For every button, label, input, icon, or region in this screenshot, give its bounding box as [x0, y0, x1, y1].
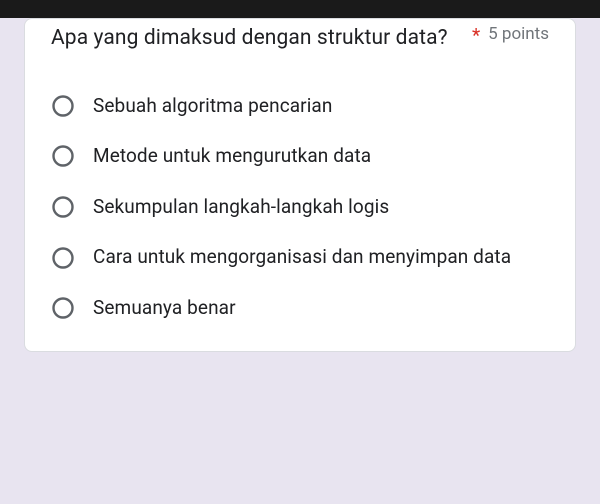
question-card: Apa yang dimaksud dengan struktur data? …: [24, 18, 576, 352]
radio-unchecked-icon: [51, 144, 75, 168]
option-row[interactable]: Cara untuk mengorganisasi dan menyimpan …: [51, 232, 549, 283]
option-row[interactable]: Sekumpulan langkah-langkah logis: [51, 182, 549, 233]
option-label: Metode untuk mengurutkan data: [93, 143, 371, 170]
option-label: Sebuah algoritma pencarian: [93, 93, 332, 120]
points-label: 5 points: [488, 23, 549, 47]
option-row[interactable]: Metode untuk mengurutkan data: [51, 131, 549, 182]
question-header: Apa yang dimaksud dengan struktur data? …: [51, 19, 549, 55]
option-row[interactable]: Sebuah algoritma pencarian: [51, 81, 549, 132]
options-group: Sebuah algoritma pencarian Metode untuk …: [51, 81, 549, 334]
option-label: Sekumpulan langkah-langkah logis: [93, 194, 389, 221]
question-text: Apa yang dimaksud dengan struktur data?: [51, 23, 462, 55]
radio-unchecked-icon: [51, 246, 75, 270]
top-bar: [0, 0, 600, 18]
required-indicator: *: [472, 23, 480, 50]
radio-unchecked-icon: [51, 94, 75, 118]
radio-unchecked-icon: [51, 195, 75, 219]
option-label: Cara untuk mengorganisasi dan menyimpan …: [93, 244, 511, 271]
option-row[interactable]: Semuanya benar: [51, 283, 549, 334]
radio-unchecked-icon: [51, 296, 75, 320]
option-label: Semuanya benar: [93, 295, 236, 322]
